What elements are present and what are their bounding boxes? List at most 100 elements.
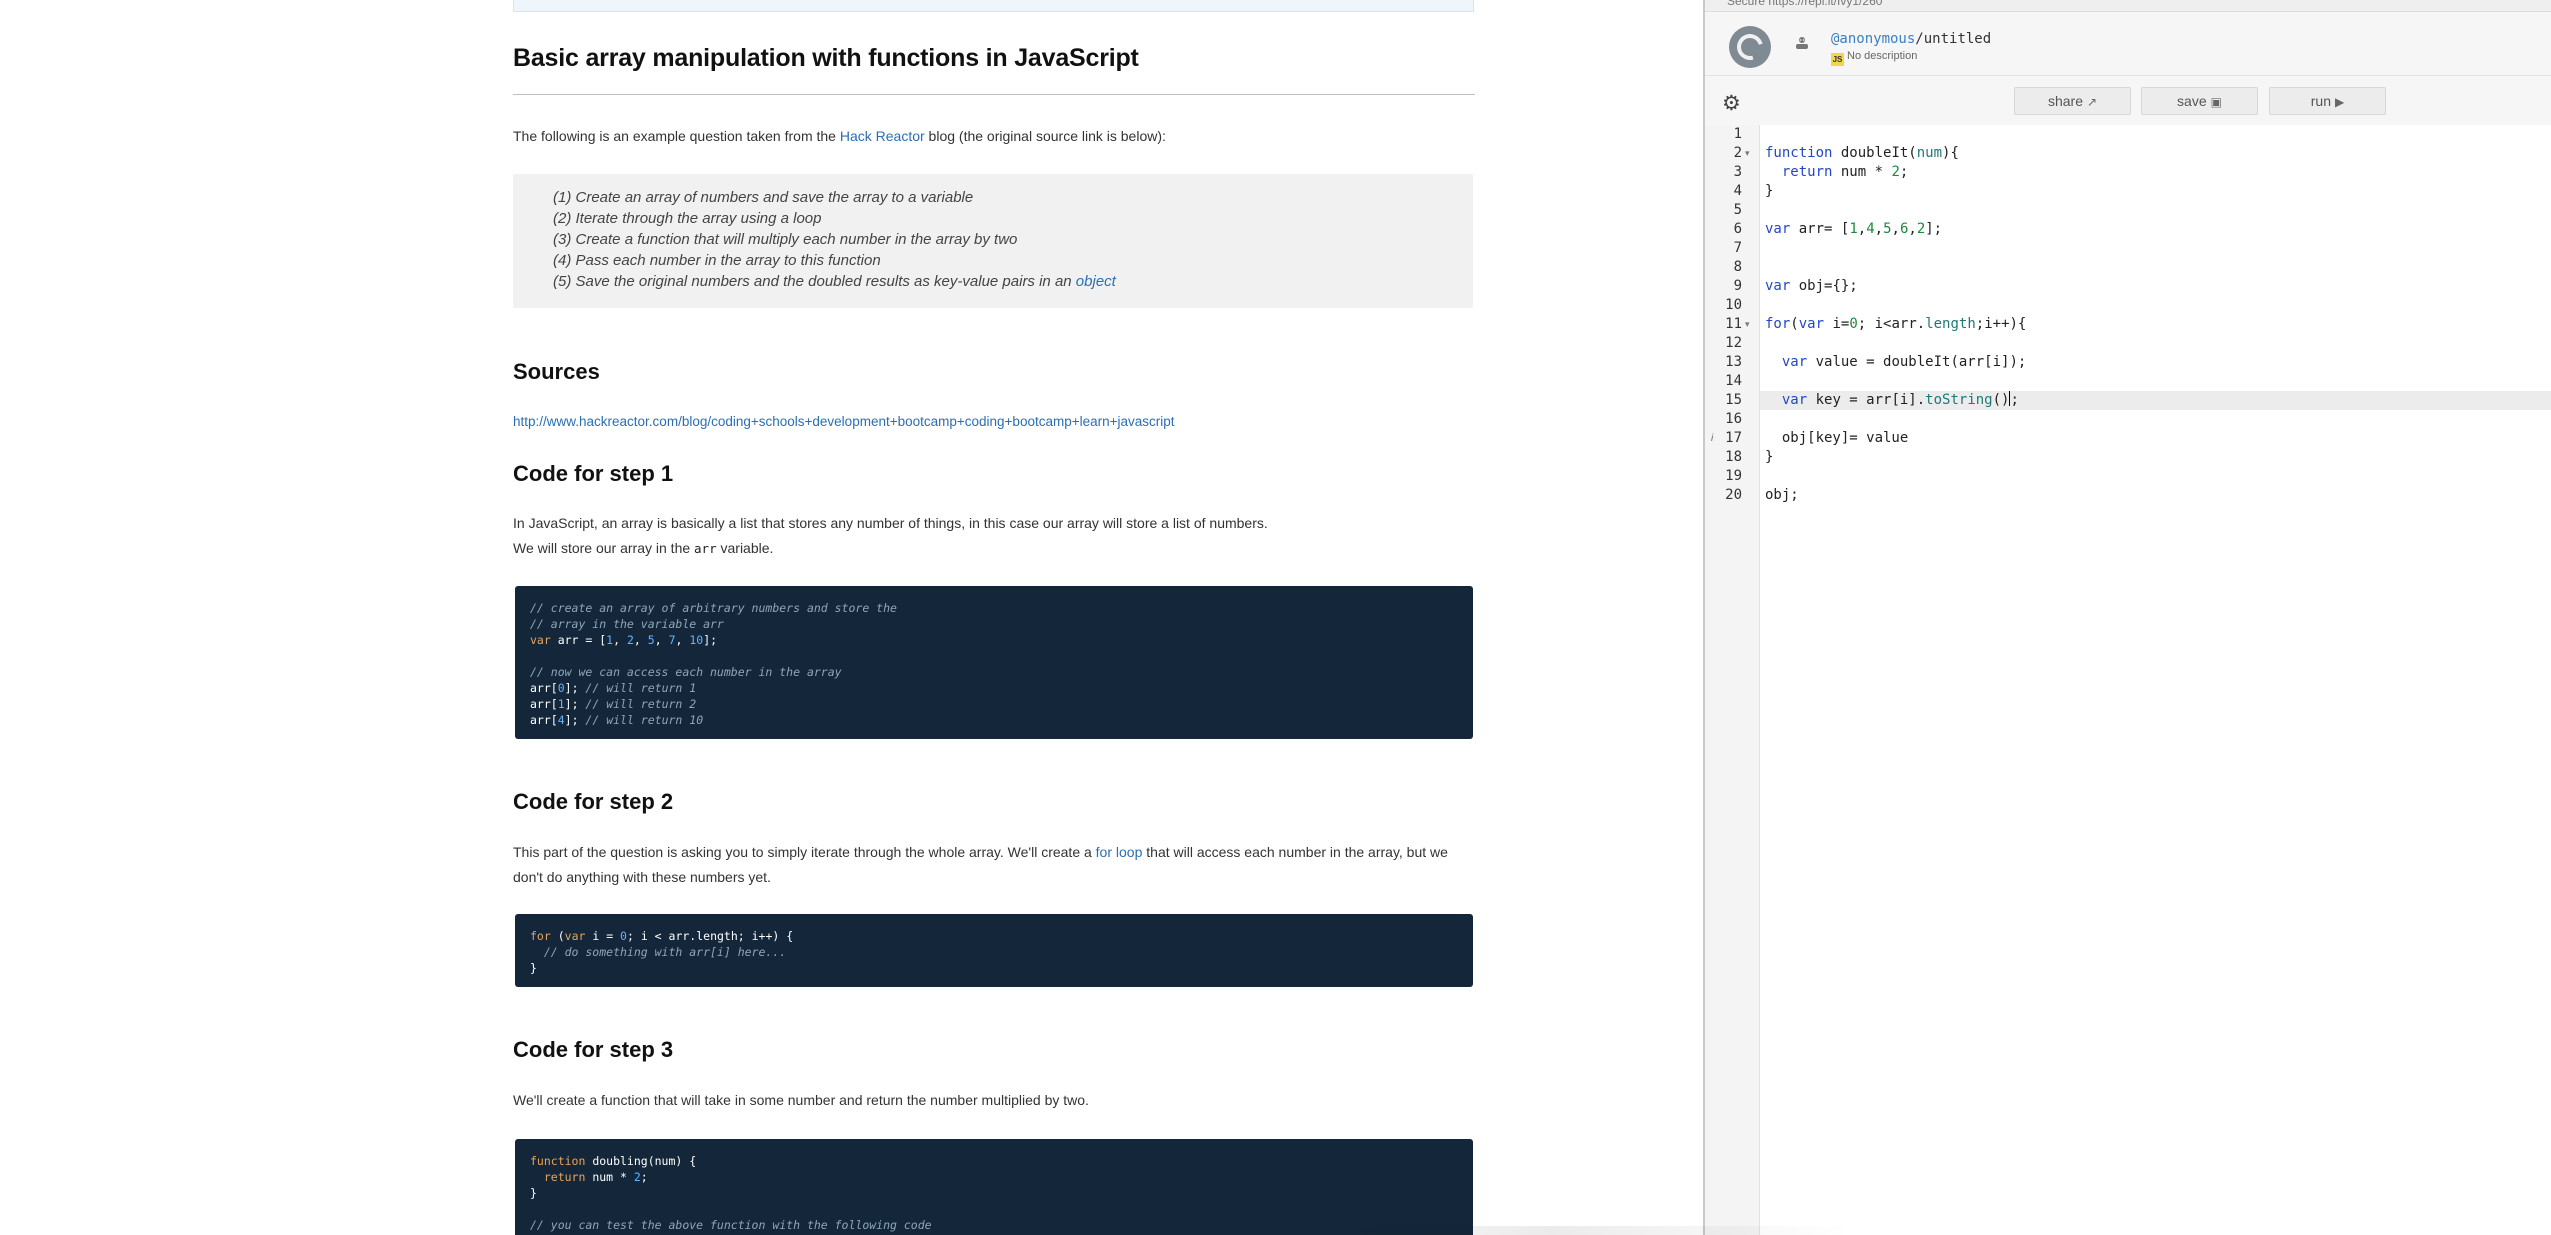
code-line: obj[key]= value: [1765, 430, 1909, 446]
share-button[interactable]: share ↗: [2014, 87, 2131, 115]
line-number: 5: [1733, 202, 1742, 218]
intro-text: The following is an example question tak…: [513, 128, 840, 144]
project-name[interactable]: @anonymous/untitled: [1831, 31, 1991, 47]
step3-heading: Code for step 3: [513, 1037, 674, 1062]
step-item: (1) Create an array of numbers and save …: [553, 189, 974, 206]
step2-text-suffix: that will access each number in the arra…: [1142, 844, 1448, 860]
line-number: 15: [1725, 392, 1742, 408]
project-title[interactable]: /untitled: [1915, 31, 1991, 47]
code-line: for(var i=0; i<arr.length;i++){: [1765, 316, 2027, 332]
step2-text-prefix: This part of the question is asking you …: [513, 844, 1096, 860]
line-number: 1: [1733, 126, 1742, 142]
project-description[interactable]: JS No description: [1831, 50, 1917, 66]
code-text: ];: [564, 713, 579, 727]
anonymous-user-icon: [1794, 36, 1810, 52]
settings-gear-icon[interactable]: ⚙: [1722, 91, 1741, 116]
code-text: num *: [585, 1170, 634, 1184]
code-editor[interactable]: 1 2 3 4 5 6 7 8 9 10 11 12 13 14 15 16 1…: [1705, 125, 2551, 1235]
code-comment: // you can test the above function with …: [530, 1218, 932, 1232]
code-block-step2: for (var i = 0; i < arr.length; i++) { /…: [515, 914, 1473, 987]
line-number: 11: [1725, 316, 1742, 332]
code-text: }: [530, 961, 537, 975]
line-number: 2: [1733, 145, 1742, 161]
title-divider: [513, 94, 1475, 95]
step1-text-2-prefix: We will store our array in the: [513, 540, 695, 556]
step2-heading: Code for step 2: [513, 789, 674, 814]
step-item: (4) Pass each number in the array to thi…: [553, 252, 881, 269]
line-number: 19: [1725, 468, 1742, 484]
code-keyword: function: [530, 1154, 586, 1168]
fold-arrow-icon[interactable]: ▾: [1745, 144, 1750, 163]
step2-text-line2: don't do anything with these numbers yet…: [513, 869, 771, 885]
share-external-icon: ↗: [2086, 95, 2098, 109]
code-line: }: [1765, 183, 1774, 199]
line-number: 12: [1725, 335, 1742, 351]
code-keyword: var: [564, 929, 586, 943]
description-text[interactable]: No description: [1847, 50, 1917, 62]
code-number: 1: [557, 697, 565, 711]
code-comment: // will return 1: [578, 681, 697, 695]
line-number: 10: [1725, 297, 1742, 313]
intro-text-suffix: blog (the original source link is below)…: [924, 128, 1166, 144]
code-text: (: [550, 929, 565, 943]
for-loop-link[interactable]: for loop: [1096, 844, 1143, 860]
step3-text: We'll create a function that will take i…: [513, 1092, 1089, 1108]
info-banner-strip: [513, 0, 1474, 12]
code-comment: // will return 10: [578, 713, 704, 727]
step2-text: This part of the question is asking you …: [513, 840, 1475, 865]
text-cursor: [2009, 391, 2011, 406]
hack-reactor-link[interactable]: Hack Reactor: [840, 128, 925, 144]
editor-toolbar: ⚙ share ↗ save ▣ run ▶: [1705, 77, 2551, 125]
project-owner-link[interactable]: @anonymous: [1831, 31, 1915, 47]
code-text: arr[: [530, 713, 558, 727]
save-label: save: [2177, 93, 2207, 109]
line-number: 20: [1725, 487, 1742, 503]
code-text: ];: [564, 681, 579, 695]
line-number: 18: [1725, 449, 1742, 465]
step-item: (2) Iterate through the array using a lo…: [553, 210, 822, 227]
intro-paragraph: The following is an example question tak…: [513, 124, 1475, 149]
step1-text-2-suffix: variable.: [716, 540, 774, 556]
code-number: 1: [606, 633, 614, 647]
step-item: (5) Save the original numbers and the do…: [553, 271, 1473, 292]
fold-arrow-icon[interactable]: ▾: [1745, 315, 1750, 334]
code-number: 2: [633, 1170, 641, 1184]
code-number: 0: [620, 929, 627, 943]
step-item: (3) Create a function that will multiply…: [553, 231, 1018, 248]
code-comment: // array in the variable arr: [530, 617, 724, 631]
step1-heading: Code for step 1: [513, 461, 674, 486]
code-number: 4: [557, 713, 565, 727]
repl-header: @anonymous/untitled JS No description: [1705, 12, 2551, 76]
code-keyword: for: [530, 929, 551, 943]
code-block-step1: // create an array of arbitrary numbers …: [515, 586, 1473, 739]
object-link[interactable]: object: [1076, 273, 1116, 290]
page-title: Basic array manipulation with functions …: [513, 44, 1139, 72]
code-text: arr[: [530, 697, 558, 711]
line-number: 7: [1733, 240, 1742, 256]
code-line: return num * 2;: [1781, 164, 1909, 180]
code-line: var arr= [1,4,5,6,2];: [1765, 221, 1943, 237]
line-number: 14: [1725, 373, 1742, 389]
code-line: obj;: [1765, 487, 1799, 503]
line-number: 6: [1733, 221, 1742, 237]
save-button[interactable]: save ▣: [2141, 87, 2258, 115]
code-line: function doubleIt(num){: [1765, 145, 1959, 161]
code-number: 2: [626, 633, 634, 647]
code-text: doubling(num) {: [585, 1154, 697, 1168]
code-text: i =: [585, 929, 621, 943]
repl-logo-icon[interactable]: [1729, 26, 1771, 68]
code-line: var key = arr[i].toString();: [1781, 391, 2019, 408]
sources-paragraph: http://www.hackreactor.com/blog/coding+s…: [513, 409, 1475, 434]
code-comment: // create an array of arbitrary numbers …: [530, 601, 897, 615]
lint-info-icon[interactable]: i: [1711, 429, 1713, 448]
code-line: var obj={};: [1765, 278, 1858, 294]
horizontal-scroll-shadow: [1250, 1226, 1850, 1235]
code-text: ; i < arr.length; i++) {: [626, 929, 794, 943]
sources-url-link[interactable]: http://www.hackreactor.com/blog/coding+s…: [513, 414, 1175, 429]
run-button[interactable]: run ▶: [2269, 87, 2386, 115]
code-text: arr[: [530, 681, 558, 695]
question-blockquote: (1) Create an array of numbers and save …: [513, 174, 1473, 308]
code-text: arr = [: [550, 633, 607, 647]
repl-editor-pane: Secure https://repl.it/Ivy1/260 @anonymo…: [1703, 0, 2551, 1235]
step1-text-2: We will store our array in the arr varia…: [513, 536, 1475, 561]
